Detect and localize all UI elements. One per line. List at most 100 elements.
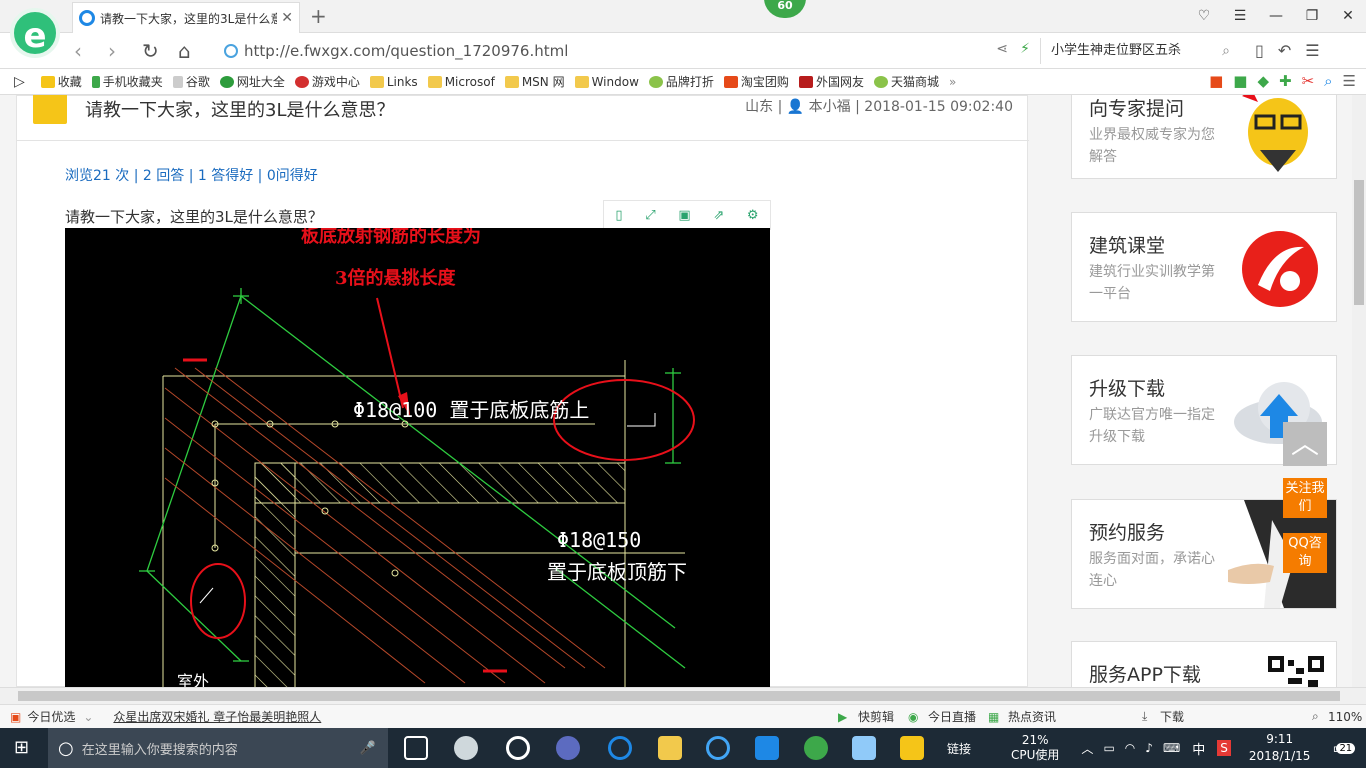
g-app-icon[interactable] [755, 736, 779, 760]
phone-view-icon[interactable]: ▯ [615, 208, 622, 223]
skin-icon[interactable]: ♡ [1186, 0, 1222, 32]
fav-item[interactable]: 网址大全 [219, 73, 285, 90]
microphone-icon[interactable]: 🎤 [360, 741, 376, 756]
fan-app-icon[interactable] [454, 736, 478, 760]
location[interactable]: 山东 [745, 99, 773, 115]
address-bar[interactable]: http://e.fwxgx.com/question_1720976.html… [218, 38, 1038, 64]
lightning-icon[interactable]: ⚡ [1020, 41, 1030, 57]
app-icon[interactable] [556, 736, 580, 760]
today-picks[interactable]: 今日优选 [27, 708, 75, 725]
fav-item[interactable]: Microsof [427, 75, 495, 89]
active-browser-icon[interactable] [804, 736, 828, 760]
share-icon[interactable]: ⋖ [996, 41, 1008, 57]
wifi-icon[interactable]: ◠ [1125, 741, 1135, 755]
vertical-scrollbar[interactable] [1352, 95, 1366, 687]
fav-item[interactable]: 品牌打折 [648, 73, 714, 90]
share-icon[interactable]: ⇗ [713, 208, 724, 223]
sogou-icon[interactable]: S [1217, 740, 1231, 756]
qq-consult-button[interactable]: QQ咨询 [1283, 533, 1327, 573]
image-app-icon[interactable] [852, 736, 876, 760]
taskbar-search-placeholder[interactable]: 在这里输入你要搜索的内容 [82, 739, 238, 758]
news-ticker[interactable]: 众星出席双宋婚礼 章子怡最美明艳照人 [113, 708, 321, 725]
restore-button[interactable]: ❐ [1294, 0, 1330, 32]
fav-item[interactable]: 游戏中心 [294, 73, 360, 90]
browser-logo[interactable]: e [10, 8, 60, 58]
discount-icon[interactable]: ■ [1209, 72, 1223, 90]
fav-item[interactable]: 手机收藏夹 [91, 73, 163, 90]
fav-item[interactable]: MSN 网 [504, 73, 565, 90]
zoom-level[interactable]: 110% [1328, 710, 1362, 724]
shield-icon[interactable]: ◆ [1257, 72, 1269, 90]
status-item[interactable]: 今日直播 [928, 708, 976, 725]
fav-item[interactable]: Links [369, 75, 418, 89]
follow-us-button[interactable]: 关注我们 [1283, 478, 1327, 518]
phone-icon[interactable]: ▯ [1255, 41, 1264, 60]
close-tab-icon[interactable]: ✕ [281, 10, 293, 26]
battery-icon[interactable]: ▭ [1103, 741, 1114, 755]
chevron-icon[interactable]: ⌄ [83, 710, 93, 724]
back-icon[interactable]: ‹ [74, 39, 82, 63]
status-item[interactable]: 快剪辑 [858, 708, 894, 725]
sidebar-toggle-icon[interactable]: ▷ [14, 74, 25, 90]
fav-item[interactable]: 天猫商城 [873, 73, 939, 90]
link-label[interactable]: 链接 [947, 740, 971, 757]
undo-icon[interactable]: ↶ [1278, 41, 1291, 60]
scrollbar-thumb[interactable] [18, 691, 1340, 701]
more-icon[interactable]: ☰ [1305, 41, 1319, 60]
edge-icon[interactable] [608, 736, 632, 760]
status-item[interactable]: 热点资讯 [1008, 708, 1056, 725]
menu-icon[interactable]: ☰ [1343, 72, 1356, 90]
tray-chevron-icon[interactable]: ︿ [1081, 740, 1093, 757]
add-icon[interactable]: ✚ [1279, 72, 1292, 90]
scissors-icon[interactable]: ✂ [1302, 72, 1315, 90]
file-explorer-icon[interactable] [658, 736, 682, 760]
back-to-top-button[interactable]: ︿ [1283, 422, 1327, 466]
keyboard-icon[interactable]: ⌨ [1163, 741, 1180, 755]
notes-app-icon[interactable] [900, 736, 924, 760]
zoom-icon: ⌕ [1312, 709, 1319, 723]
fav-item[interactable]: 淘宝团购 [723, 73, 789, 90]
horizontal-scrollbar[interactable] [0, 687, 1366, 704]
ie-icon[interactable] [706, 736, 730, 760]
cpu-usage[interactable]: 21% CPU使用 [1011, 733, 1059, 763]
settings-icon[interactable]: ⚙ [747, 208, 759, 223]
active-tab[interactable]: 请教一下大家，这里的3L是什么意思？ ✕ [72, 2, 300, 33]
fav-item[interactable]: 谷歌 [172, 73, 210, 90]
scrollbar-thumb[interactable] [1354, 180, 1364, 305]
sidebar-card-app[interactable]: 服务APP下载 [1071, 641, 1337, 687]
notification-badge[interactable]: 60 [764, 0, 806, 18]
fav-item[interactable]: Window [574, 75, 639, 89]
book-icon[interactable]: ■ [1233, 72, 1247, 90]
save-icon[interactable]: ▣ [678, 208, 690, 223]
image-toolbar: ▯ ⤢ ▣ ⇗ ⚙ [603, 200, 771, 230]
search-tool-icon[interactable]: ⌕ [1324, 72, 1332, 90]
notification-center-icon[interactable]: ▭21 [1332, 739, 1356, 757]
browser-e-icon[interactable] [506, 736, 530, 760]
home-icon[interactable]: ⌂ [178, 39, 191, 63]
expand-icon[interactable]: ⤢ [645, 208, 655, 223]
forward-icon[interactable]: › [108, 39, 116, 63]
more-favorites-icon[interactable]: » [949, 75, 956, 89]
volume-icon[interactable]: ♪ [1145, 741, 1153, 755]
ime-indicator[interactable]: 中 [1192, 739, 1205, 758]
taskbar-search[interactable]: ○ 在这里输入你要搜索的内容 🎤 [48, 728, 388, 768]
cad-drawing-image[interactable]: 板底放射钢筋的长度为 3倍的悬挑长度 Φ18@100 置于底板底筋上 Φ18@1… [65, 228, 770, 687]
search-box[interactable]: 小学生神走位野区五杀 ⌕ [1040, 38, 1240, 64]
url-text[interactable]: http://e.fwxgx.com/question_1720976.html [244, 42, 568, 60]
search-icon[interactable]: ⌕ [1222, 38, 1230, 64]
sidebar-card-expert[interactable]: 向专家提问 业界最权威专家为您解答 [1071, 95, 1337, 179]
minimize-button[interactable]: — [1258, 0, 1294, 32]
close-window-button[interactable]: ✕ [1330, 0, 1366, 32]
menu-icon[interactable]: ☰ [1222, 0, 1258, 32]
new-tab-button[interactable]: + [310, 4, 327, 28]
status-item[interactable]: 下载 [1160, 708, 1184, 725]
fav-item[interactable]: 收藏 [40, 73, 82, 90]
refresh-icon[interactable]: ↻ [142, 39, 159, 63]
search-text[interactable]: 小学生神走位野区五杀 [1051, 43, 1181, 58]
sidebar-card-course[interactable]: 建筑课堂 建筑行业实训教学第一平台 [1071, 212, 1337, 322]
windows-start-icon[interactable]: ⊞ [14, 737, 29, 758]
clock[interactable]: 9:11 2018/1/15 [1249, 731, 1311, 765]
task-view-icon[interactable] [404, 736, 428, 760]
fav-item[interactable]: 外国网友 [798, 73, 864, 90]
author[interactable]: 本小福 [809, 99, 851, 115]
